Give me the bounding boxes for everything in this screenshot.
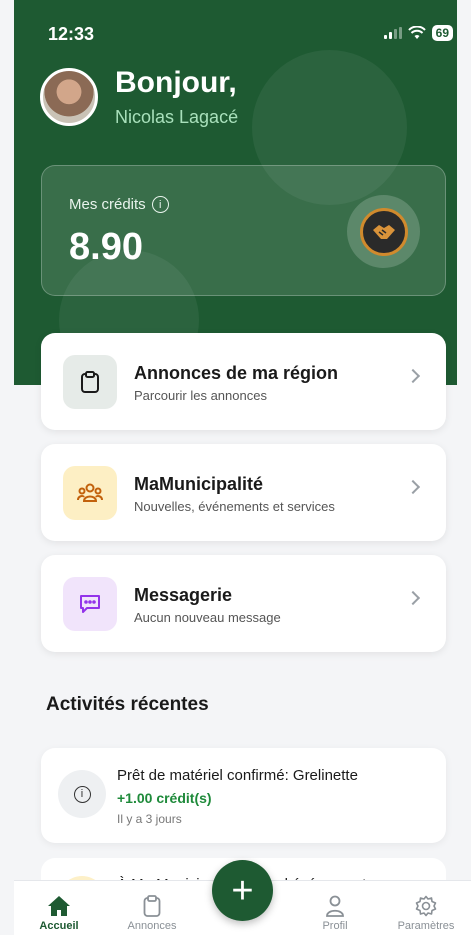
- nav-ads[interactable]: Annonces: [112, 895, 192, 932]
- menu-card-municipalite[interactable]: MaMunicipalité Nouvelles, événements et …: [41, 444, 446, 541]
- people-group-icon: [63, 466, 117, 520]
- plus-icon: +: [231, 869, 254, 912]
- chevron-right-icon: [405, 590, 421, 606]
- user-icon: [295, 895, 375, 917]
- activity-credit: +1.00 crédit(s): [117, 790, 212, 806]
- credits-value: 8.90: [69, 226, 143, 268]
- avatar[interactable]: [40, 68, 98, 126]
- menu-subtitle: Parcourir les annonces: [134, 388, 267, 403]
- status-time: 12:33: [48, 24, 95, 44]
- user-name: Nicolas Lagacé: [115, 107, 239, 127]
- greeting: Bonjour,: [115, 66, 237, 99]
- nav-profile-label: Profil: [322, 920, 348, 932]
- battery-icon: 69: [431, 25, 453, 41]
- menu-card-messagerie[interactable]: Messagerie Aucun nouveau message: [41, 555, 446, 652]
- nav-settings[interactable]: Paramètres: [386, 895, 466, 932]
- chevron-right-icon: [405, 479, 421, 495]
- nav-home[interactable]: Accueil: [19, 895, 99, 932]
- status-icons: 69: [383, 25, 453, 41]
- nav-profile[interactable]: Profil: [295, 895, 375, 932]
- menu-title: Messagerie: [134, 585, 233, 605]
- activity-info-icon: i: [58, 770, 106, 818]
- credits-card[interactable]: Mes crédits i 8.90: [41, 165, 446, 296]
- home-icon: [19, 895, 99, 917]
- menu-subtitle: Nouvelles, événements et services: [134, 499, 335, 514]
- clipboard-icon: [63, 355, 117, 409]
- message-icon: [63, 577, 117, 631]
- gear-icon: [386, 895, 466, 917]
- credits-label: Mes crédits: [69, 196, 146, 213]
- chevron-right-icon: [405, 368, 421, 384]
- nav-settings-label: Paramètres: [397, 920, 455, 932]
- add-button[interactable]: +: [212, 860, 273, 921]
- menu-card-annonces[interactable]: Annonces de ma région Parcourir les anno…: [41, 333, 446, 430]
- recent-activities-title: Activités récentes: [46, 694, 209, 715]
- nav-ads-label: Annonces: [127, 920, 177, 932]
- menu-subtitle: Aucun nouveau message: [134, 610, 281, 625]
- activity-time: Il y a 3 jours: [117, 812, 182, 826]
- handshake-icon: [359, 207, 408, 256]
- signal-icon: [383, 27, 402, 39]
- wifi-icon: [407, 26, 426, 39]
- credits-label-row: Mes crédits i: [69, 196, 169, 213]
- clipboard-icon: [112, 895, 192, 917]
- menu-title: Annonces de ma région: [134, 363, 339, 383]
- activity-item[interactable]: i Prêt de matériel confirmé: Grelinette …: [41, 748, 446, 843]
- info-icon[interactable]: i: [151, 196, 169, 213]
- menu-title: MaMunicipalité: [134, 474, 264, 494]
- activity-title: Prêt de matériel confirmé: Grelinette: [117, 767, 358, 784]
- handshake-badge: [347, 195, 420, 268]
- nav-home-label: Accueil: [39, 920, 79, 932]
